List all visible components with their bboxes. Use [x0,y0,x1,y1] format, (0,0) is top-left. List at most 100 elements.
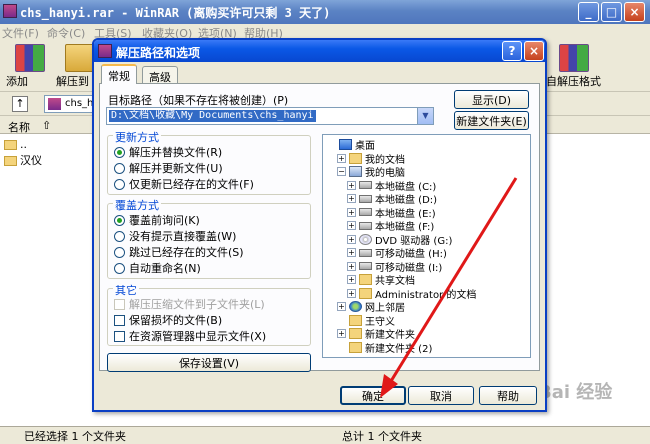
archive-icon [48,98,61,110]
tree-item[interactable]: 桌面 [327,138,375,152]
radio-icon [114,214,125,226]
dialog-title: 解压路径和选项 [116,46,201,60]
expand-icon[interactable]: + [347,261,356,271]
expand-icon[interactable]: + [347,288,356,298]
radio-extract-update[interactable]: 解压并更新文件(U) [114,161,223,175]
computer-icon [349,166,362,177]
drive-icon [359,181,372,189]
dialog-title-bar: 解压路径和选项 ? × [94,40,545,62]
folder-icon [359,274,372,285]
drive-icon [359,194,372,203]
checkbox-icon [114,314,125,326]
folder-icon [4,140,17,150]
up-folder-icon[interactable]: ↑ [12,96,28,112]
expand-icon[interactable]: + [337,329,346,338]
target-path-combobox[interactable]: D:\文档\收藏\My Documents\chs_hanyi ▼ [106,107,434,125]
checkbox-show-in-explorer[interactable]: 在资源管理器中显示文件(X) [114,329,266,343]
status-bar: 已经选择 1 个文件夹 总计 1 个文件夹 [0,426,650,443]
expand-icon[interactable]: + [337,302,346,311]
tab-advanced[interactable]: 高级 [142,66,178,84]
overwrite-mode-group: 覆盖方式 覆盖前询问(K) 没有提示直接覆盖(W) 跳过已经存在的文件(S) 自… [107,197,311,279]
checkbox-icon [114,298,125,310]
radio-skip-existing[interactable]: 跳过已经存在的文件(S) [114,245,244,259]
collapse-icon[interactable]: − [337,167,346,176]
sfx-archive-icon [559,44,589,72]
tree-item[interactable]: + 网上邻居 [337,300,405,314]
expand-icon[interactable]: + [347,207,356,217]
ok-button[interactable]: 确定 [340,386,406,405]
expand-icon[interactable]: + [347,234,356,244]
radio-overwrite-without-prompt[interactable]: 没有提示直接覆盖(W) [114,229,236,243]
folder-icon [349,341,362,353]
list-item[interactable]: 汉仪 [4,152,42,167]
misc-group: 其它 解压压缩文件到子文件夹(L) 保留损坏的文件(B) 在资源管理器中显示文件… [107,282,311,346]
checkbox-keep-broken[interactable]: 保留损坏的文件(B) [114,313,222,327]
status-selection: 已经选择 1 个文件夹 [24,430,126,443]
save-settings-button[interactable]: 保存设置(V) [107,353,311,372]
folder-icon [4,156,17,166]
tree-item[interactable]: + 本地磁盘 (E:) [347,206,436,220]
list-item[interactable]: .. [4,138,27,152]
tree-item[interactable]: + Administrator 的文档 [347,287,476,301]
expand-icon[interactable]: + [347,180,356,190]
tab-general[interactable]: 常规 [101,64,137,84]
tree-item[interactable]: + 本地磁盘 (C:) [347,179,436,193]
expand-icon[interactable]: + [347,275,356,284]
radio-extract-replace[interactable]: 解压并替换文件(R) [114,145,222,159]
drive-icon [359,221,372,230]
winrar-window-title: chs_hanyi.rar - WinRAR (离购买许可只剩 3 天了) [20,6,331,20]
close-window-button[interactable]: × [624,2,645,22]
close-icon[interactable]: × [524,41,544,61]
drive-icon [359,208,372,216]
radio-icon [114,246,125,258]
network-icon [349,301,362,312]
tree-item[interactable]: + 本地磁盘 (D:) [347,192,437,206]
tree-item-label: 新建文件夹 (2) [365,343,433,355]
folder-icon [359,287,372,299]
winrar-title-bar: chs_hanyi.rar - WinRAR (离购买许可只剩 3 天了) _ … [0,0,650,24]
minimize-button[interactable]: _ [578,2,599,22]
folder-tree[interactable]: 桌面 + 我的文档 − 我的电脑 + 本地磁盘 (C:) + 本地磁盘 (D:) + 本地磁盘 (E… [322,134,531,358]
tree-item[interactable]: + 本地磁盘 (F:) [347,219,434,233]
drive-icon [359,262,372,270]
watermark: Bai 经验 [538,382,613,403]
column-name-header[interactable]: 名称 [8,119,30,135]
tree-item[interactable]: + 共享文档 [347,273,415,287]
tree-item[interactable]: + 可移动磁盘 (I:) [347,260,442,274]
tree-item[interactable]: + 我的文档 [337,152,405,166]
radio-icon [114,146,125,158]
new-folder-button[interactable]: 新建文件夹(E) [454,111,529,130]
tree-item[interactable]: 王守义 [337,314,395,328]
expand-icon[interactable]: + [347,194,356,203]
folder-icon [349,328,362,339]
status-total: 总计 1 个文件夹 [342,430,422,443]
target-path-label: 目标路径（如果不存在将被创建）(P) [108,94,289,107]
tree-item[interactable]: + 新建文件夹 [337,327,415,341]
chevron-down-icon[interactable]: ▼ [417,108,433,124]
checkbox-extract-to-subfolder[interactable]: 解压压缩文件到子文件夹(L) [114,297,265,311]
drive-icon [359,248,372,257]
menu-commands[interactable]: 命令(C) [47,25,85,41]
update-mode-title: 更新方式 [113,129,161,145]
show-button[interactable]: 显示(D) [454,90,529,109]
tree-item[interactable]: 新建文件夹 (2) [337,341,433,355]
add-button[interactable]: 添加 [6,42,54,90]
winrar-app-icon [3,4,17,18]
radio-auto-rename[interactable]: 自动重命名(N) [114,261,201,275]
maximize-button[interactable]: □ [601,2,622,22]
cancel-button[interactable]: 取消 [408,386,474,405]
menu-file[interactable]: 文件(F) [2,25,39,41]
add-archive-icon [15,44,45,72]
expand-icon[interactable]: + [347,248,356,257]
expand-icon[interactable]: + [337,153,346,163]
radio-fresh-existing[interactable]: 仅更新已经存在的文件(F) [114,177,254,191]
tree-item[interactable]: − 我的电脑 [337,165,405,179]
help-icon[interactable]: ? [502,41,522,61]
cd-drive-icon [359,233,372,245]
self-extracting-button[interactable]: 自解压格式 [546,42,602,90]
radio-ask-before-overwrite[interactable]: 覆盖前询问(K) [114,213,200,227]
tree-item[interactable]: + 可移动磁盘 (H:) [347,246,447,260]
expand-icon[interactable]: + [347,221,356,230]
help-button[interactable]: 帮助 [479,386,537,405]
tree-item[interactable]: + DVD 驱动器 (G:) [347,233,452,247]
